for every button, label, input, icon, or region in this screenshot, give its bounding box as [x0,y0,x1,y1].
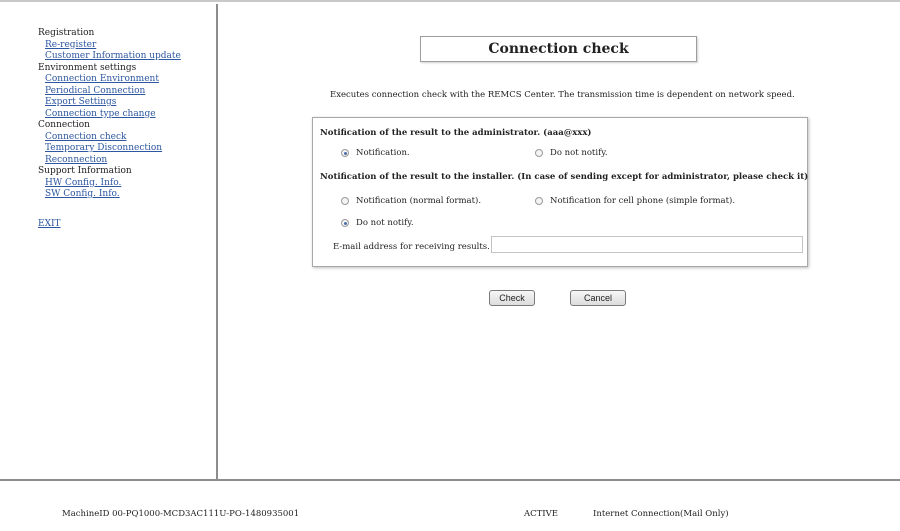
sidebar-group-registration: Registration [38,28,95,38]
connection-type: Internet Connection(Mail Only) [593,509,729,519]
sidebar-item-periodical-connection[interactable]: Periodical Connection [38,86,216,98]
installer-normal-format-label: Notification (normal format). [356,196,482,206]
sidebar-item-re-register[interactable]: Re-register [38,40,216,52]
installer-no-notify-label: Do not notify. [356,218,414,228]
sidebar-item-temporary-disconnection[interactable]: Temporary Disconnection [38,143,216,155]
main-content: Connection check Executes connection che… [220,4,900,479]
sidebar-item-connection-type-change[interactable]: Connection type change [38,109,216,121]
admin-no-notify-radio[interactable]: Do not notify. [535,148,608,158]
sidebar-item-connection-environment[interactable]: Connection Environment [38,74,216,86]
sidebar-item-connection-check[interactable]: Connection check [38,132,216,144]
installer-notification-heading: Notification of the result to the instal… [320,172,809,182]
sidebar-nav: Registration Re-register Customer Inform… [0,4,218,479]
admin-no-notify-label: Do not notify. [550,148,608,158]
sidebar-item-hw-config-info[interactable]: HW Config. Info. [38,178,216,190]
admin-notify-label: Notification. [356,148,410,158]
machine-id: MachineID 00-PQ1000-MCD3AC111U-PO-148093… [62,509,300,519]
status-footer: MachineID 00-PQ1000-MCD3AC111U-PO-148093… [0,479,900,531]
radio-unchecked-icon [341,197,349,205]
notification-settings-panel: Notification of the result to the admini… [312,117,808,267]
email-label: E-mail address for receiving results. [333,242,490,252]
sidebar-item-customer-info-update[interactable]: Customer Information update [38,51,216,63]
cancel-button[interactable]: Cancel [570,290,626,306]
exit-link[interactable]: EXIT [38,219,216,229]
sidebar-item-sw-config-info[interactable]: SW Config. Info. [38,189,216,201]
admin-notification-heading: Notification of the result to the admini… [320,128,592,138]
sidebar-item-reconnection[interactable]: Reconnection [38,155,216,167]
radio-unchecked-icon [535,197,543,205]
admin-notify-radio[interactable]: Notification. [341,148,410,158]
check-button[interactable]: Check [489,290,535,306]
radio-unchecked-icon [535,149,543,157]
installer-cell-phone-label: Notification for cell phone (simple form… [550,196,736,206]
page-title: Connection check [420,36,697,62]
installer-cell-phone-radio[interactable]: Notification for cell phone (simple form… [535,196,735,206]
radio-checked-icon [341,219,349,227]
radio-checked-icon [341,149,349,157]
email-field[interactable] [491,236,803,253]
status-badge: ACTIVE [524,509,559,519]
page-description: Executes connection check with the REMCS… [330,90,795,100]
page-frame: Registration Re-register Customer Inform… [0,0,900,531]
sidebar-group-support-information: Support Information [38,166,132,176]
installer-no-notify-radio[interactable]: Do not notify. [341,218,414,228]
sidebar-group-environment-settings: Environment settings [38,62,137,73]
installer-normal-format-radio[interactable]: Notification (normal format). [341,196,481,206]
sidebar-group-connection: Connection [38,120,90,130]
sidebar-item-export-settings[interactable]: Export Settings [38,97,216,109]
